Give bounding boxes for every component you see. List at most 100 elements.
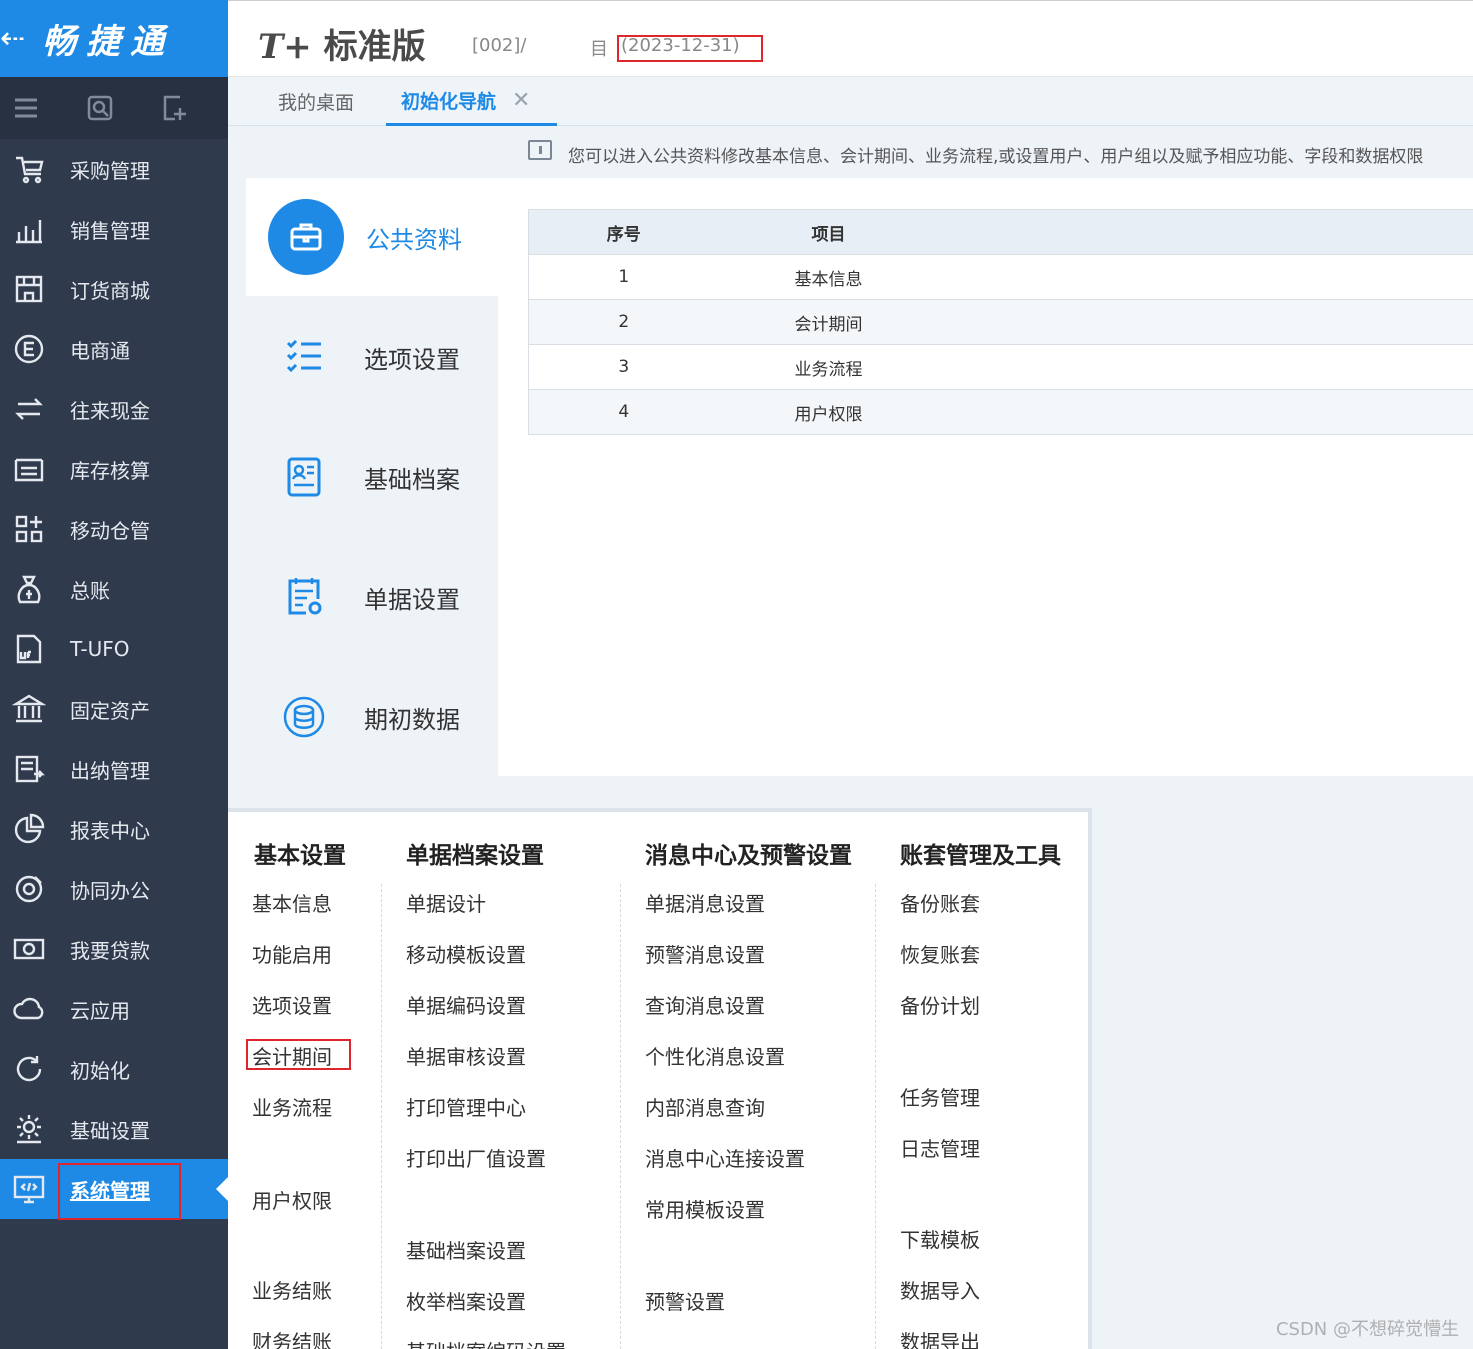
divider — [620, 884, 621, 1349]
tab-my-desktop[interactable]: 我的桌面 — [278, 77, 354, 126]
sidebar-item-16[interactable]: 基础设置 — [0, 1099, 228, 1159]
sidebar-item-0[interactable]: 采购管理 — [0, 139, 228, 199]
settings-link[interactable]: 单据设计 — [406, 888, 486, 917]
sidebar-item-6[interactable]: 移动仓管 — [0, 499, 228, 559]
sidebar-item-7[interactable]: 总账 — [0, 559, 228, 619]
cell-index: 3 — [528, 344, 719, 390]
settings-link[interactable]: 功能启用 — [252, 939, 332, 968]
settings-link[interactable]: 基础档案设置 — [406, 1235, 526, 1264]
sidebar-item-label: T-UFO — [70, 637, 130, 661]
settings-link[interactable]: 打印出厂值设置 — [406, 1143, 546, 1172]
sidebar-item-label: 协同办公 — [70, 878, 150, 903]
cell-index: 1 — [528, 254, 719, 300]
settings-link[interactable]: 数据导入 — [900, 1275, 980, 1304]
account-code[interactable]: [002]/ — [472, 35, 526, 56]
sidebar-item-4[interactable]: 往来现金 — [0, 379, 228, 439]
nav-item-1[interactable]: 选项设置 — [246, 298, 498, 416]
close-icon[interactable]: ✕ — [512, 88, 530, 113]
settings-link[interactable]: 备份账套 — [900, 888, 980, 917]
sidebar-item-9[interactable]: 固定资产 — [0, 679, 228, 739]
sidebar-item-label: 订货商城 — [70, 278, 150, 303]
sidebar-item-12[interactable]: 协同办公 — [0, 859, 228, 919]
settings-link[interactable]: 单据消息设置 — [645, 888, 765, 917]
settings-link[interactable]: 业务流程 — [252, 1092, 332, 1121]
settings-link[interactable]: 预警设置 — [645, 1286, 725, 1315]
nav-item-0[interactable]: 公共资料 — [246, 178, 498, 296]
cell-item[interactable]: 基本信息 — [718, 254, 939, 300]
sidebar-item-10[interactable]: 出纳管理 — [0, 739, 228, 799]
calendar-icon: 目 — [590, 39, 608, 60]
bank-icon — [10, 690, 48, 728]
settings-link[interactable]: 内部消息查询 — [645, 1092, 765, 1121]
sidebar-item-label: 总账 — [70, 578, 110, 603]
search-icon[interactable] — [86, 94, 114, 122]
sidebar-item-2[interactable]: 订货商城 — [0, 259, 228, 319]
nav-item-label: 基础档案 — [364, 465, 460, 494]
settings-link[interactable]: 选项设置 — [252, 990, 332, 1019]
hint-text: 您可以进入公共资料修改基本信息、会计期间、业务流程,或设置用户、用户组以及赋予相… — [568, 147, 1424, 167]
tab-init-guide[interactable]: 初始化导航 ✕ — [386, 77, 557, 126]
money-bag-icon — [10, 570, 48, 608]
settings-link[interactable]: 预警消息设置 — [645, 939, 765, 968]
settings-link[interactable]: 单据审核设置 — [406, 1041, 526, 1070]
pie-icon — [10, 810, 48, 848]
settings-link[interactable]: 常用模板设置 — [645, 1194, 765, 1223]
settings-link[interactable]: 备份计划 — [900, 990, 980, 1019]
table-row[interactable]: 4 用户权限 — [528, 389, 1473, 435]
sidebar-item-8[interactable]: T-UFO — [0, 619, 228, 679]
checklist-icon — [274, 327, 334, 387]
sidebar-item-13[interactable]: 我要贷款 — [0, 919, 228, 979]
column-title: 账套管理及工具 — [900, 843, 1061, 869]
sidebar-item-3[interactable]: 电商通 — [0, 319, 228, 379]
settings-link[interactable]: 基本信息 — [252, 888, 332, 917]
settings-link[interactable]: 移动模板设置 — [406, 939, 526, 968]
sidebar-item-5[interactable]: 库存核算 — [0, 439, 228, 499]
settings-link[interactable]: 查询消息设置 — [645, 990, 765, 1019]
sidebar-item-label: 电商通 — [70, 338, 130, 363]
table-row[interactable]: 2 会计期间 — [528, 299, 1473, 345]
settings-link[interactable]: 枚举档案设置 — [406, 1286, 526, 1315]
ufo-file-icon — [10, 630, 48, 668]
settings-link[interactable]: 基础档案编码设置 — [406, 1336, 566, 1349]
menu-icon[interactable] — [12, 94, 40, 122]
back-arrow-icon[interactable]: ⇠ — [0, 21, 30, 56]
settings-link[interactable]: 数据导出 — [900, 1326, 980, 1349]
add-icon[interactable] — [160, 94, 188, 122]
product-logo: T+ 标准版 — [258, 19, 426, 68]
cashier-icon — [10, 750, 48, 788]
nav-item-label: 单据设置 — [364, 585, 460, 614]
sidebar-item-11[interactable]: 报表中心 — [0, 799, 228, 859]
settings-link[interactable]: 恢复账套 — [900, 939, 980, 968]
sidebar-item-label: 出纳管理 — [70, 758, 150, 783]
settings-link[interactable]: 单据编码设置 — [406, 990, 526, 1019]
sidebar-item-label: 往来现金 — [70, 398, 150, 423]
settings-link[interactable]: 业务结账 — [252, 1275, 332, 1304]
table-header-row: 序号 项目 — [528, 209, 1473, 255]
content-panel: 序号 项目 1 基本信息 2 会计期间 3 业务流程 4 用户权限 — [498, 178, 1473, 776]
info-comment-icon — [528, 140, 552, 160]
settings-link[interactable]: 个性化消息设置 — [645, 1041, 785, 1070]
nav-item-3[interactable]: 单据设置 — [246, 538, 498, 656]
settings-link[interactable]: 财务结账 — [252, 1326, 332, 1349]
database-icon — [274, 687, 334, 747]
highlight-box-date — [617, 35, 763, 62]
cell-item[interactable]: 会计期间 — [718, 299, 939, 345]
nav-item-2[interactable]: 基础档案 — [246, 418, 498, 536]
sidebar-item-14[interactable]: 云应用 — [0, 979, 228, 1039]
sidebar-item-1[interactable]: 销售管理 — [0, 199, 228, 259]
gear-icon — [10, 1110, 48, 1148]
nav-item-4[interactable]: 期初数据 — [246, 658, 498, 776]
settings-link[interactable]: 打印管理中心 — [406, 1092, 526, 1121]
settings-panel: 基本设置 基本信息 功能启用 选项设置 会计期间 业务流程 用户权限 业务结账 财务结账 单据档… — [228, 808, 1092, 1349]
sidebar-item-15[interactable]: 初始化 — [0, 1039, 228, 1099]
brand-name: 畅捷通 — [42, 22, 174, 62]
settings-link[interactable]: 日志管理 — [900, 1133, 980, 1162]
cell-item[interactable]: 用户权限 — [718, 389, 939, 435]
settings-link[interactable]: 用户权限 — [252, 1185, 332, 1214]
table-row[interactable]: 1 基本信息 — [528, 254, 1473, 300]
table-row[interactable]: 3 业务流程 — [528, 344, 1473, 390]
cell-item[interactable]: 业务流程 — [718, 344, 939, 390]
settings-link[interactable]: 下载模板 — [900, 1224, 980, 1253]
settings-link[interactable]: 任务管理 — [900, 1082, 980, 1111]
settings-link[interactable]: 消息中心连接设置 — [645, 1143, 805, 1172]
